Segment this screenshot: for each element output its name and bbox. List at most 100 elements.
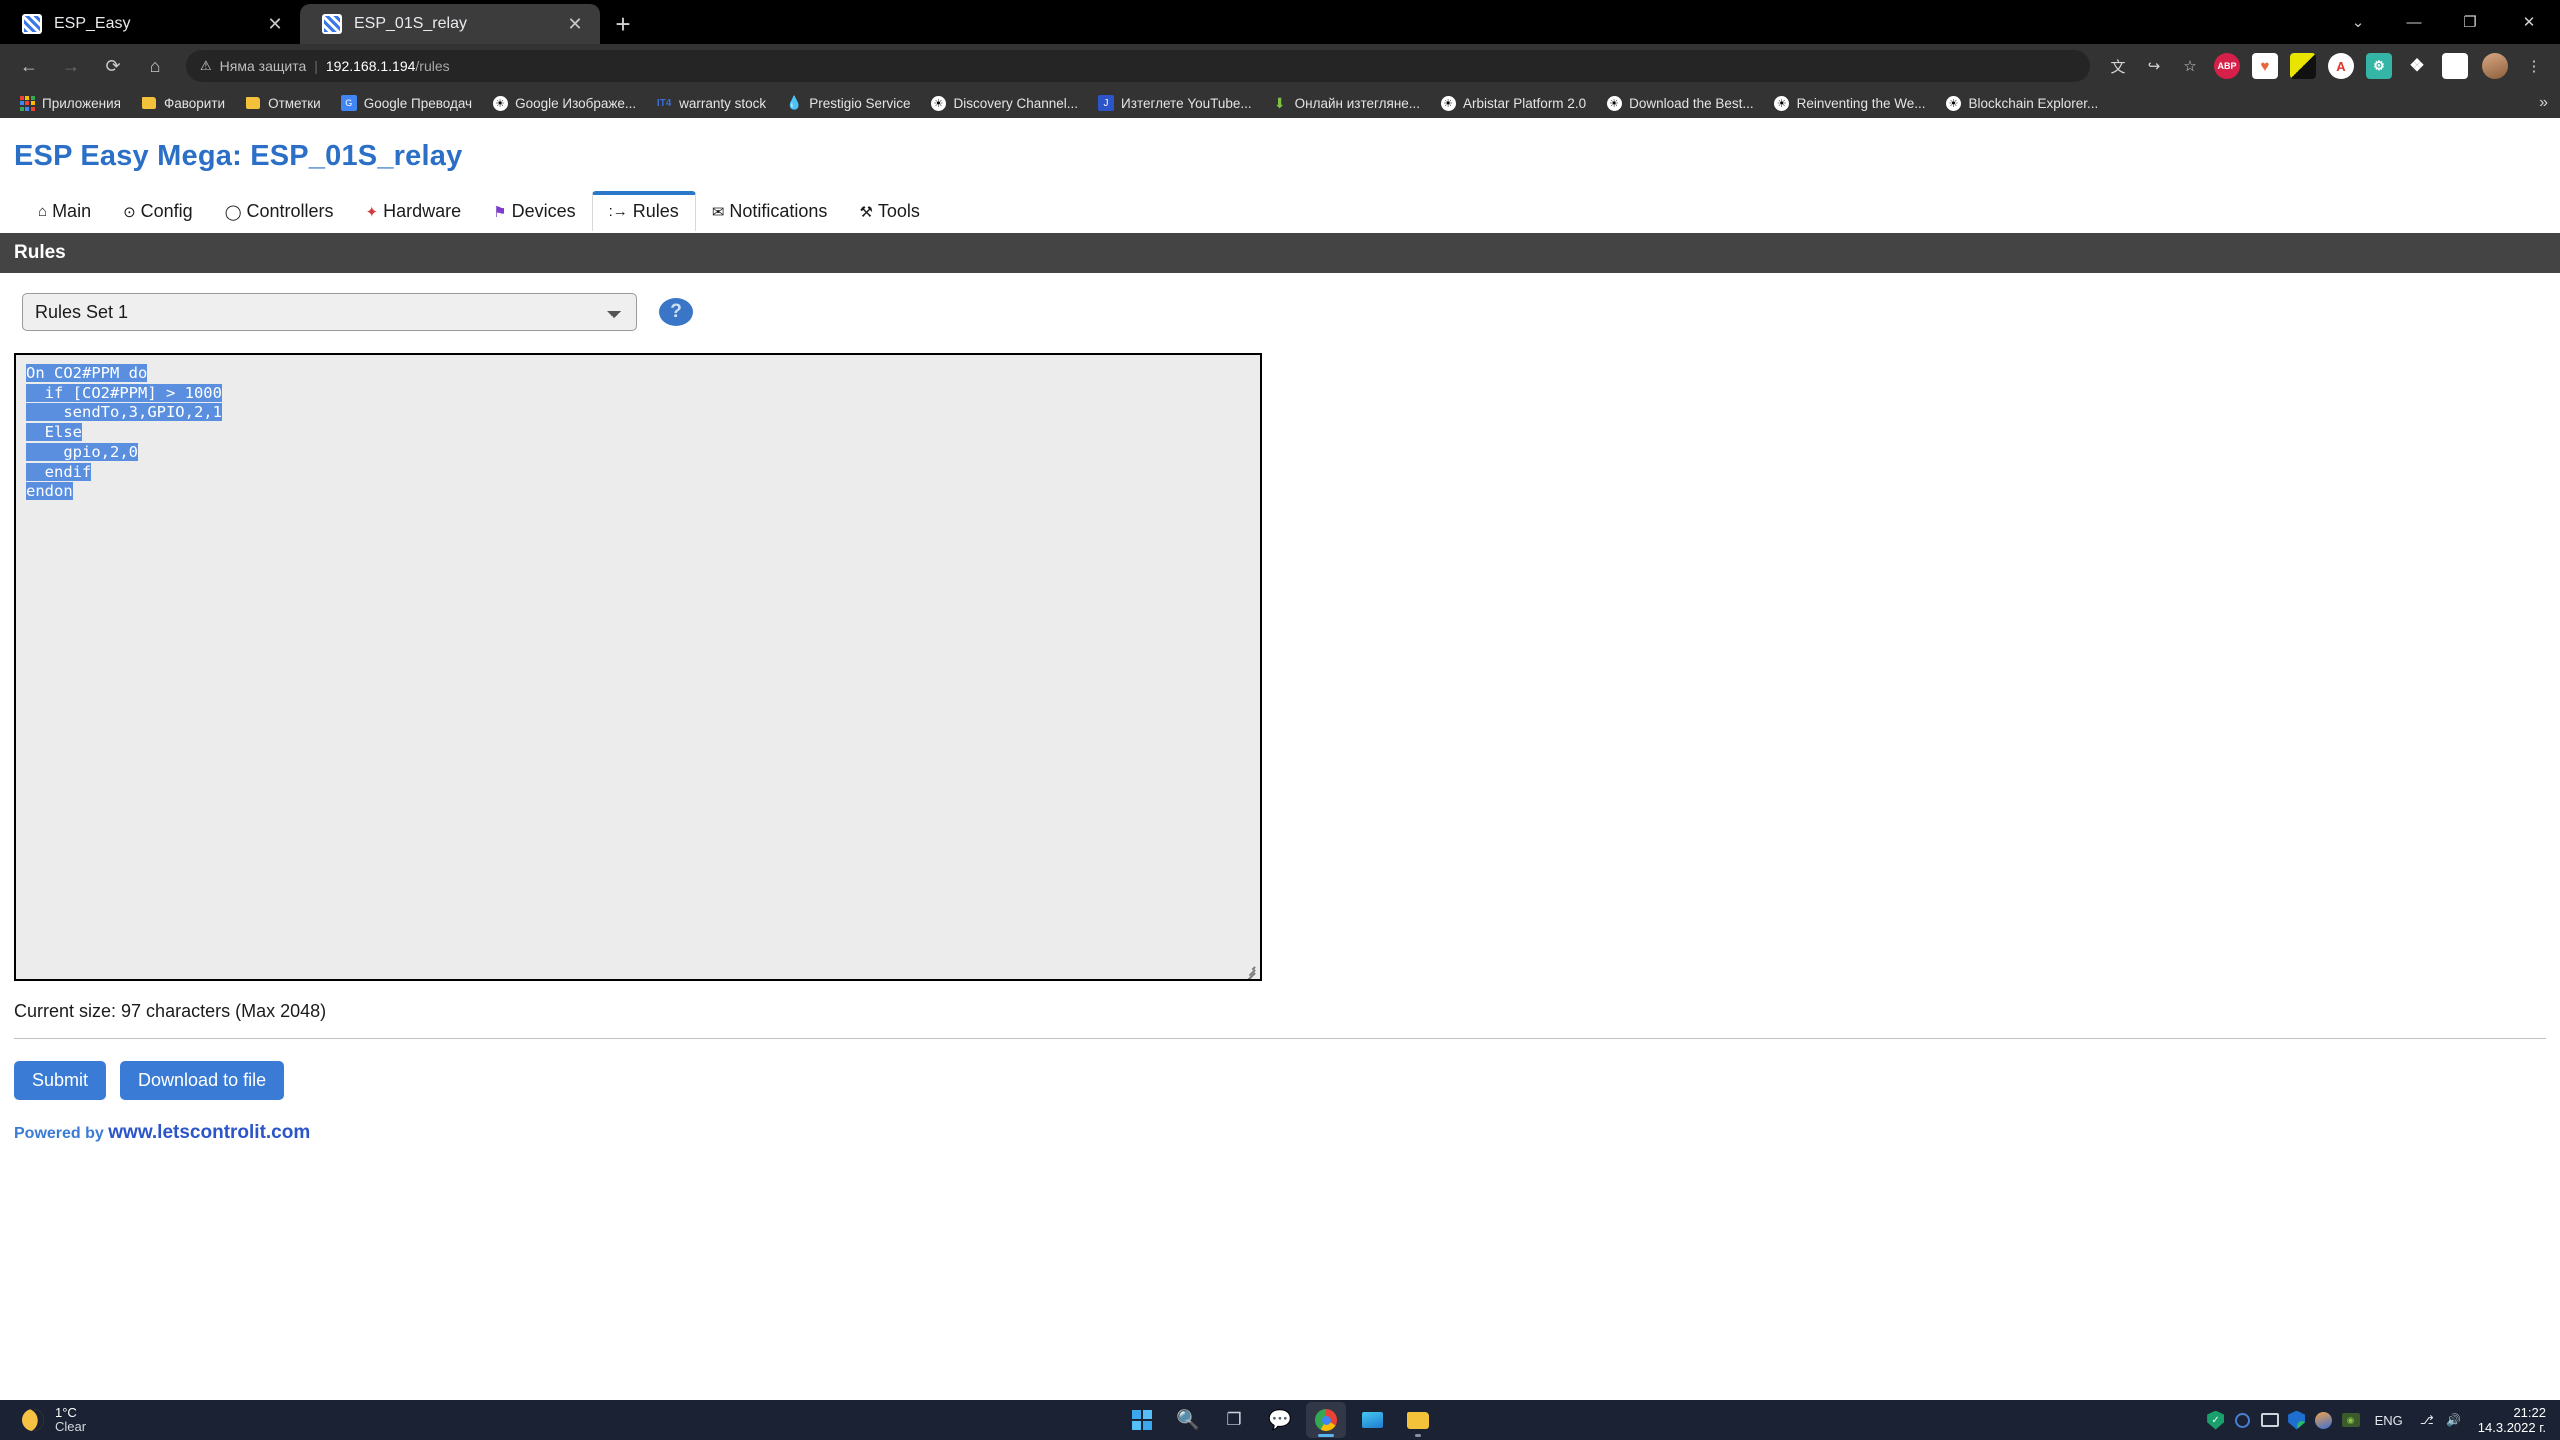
- tab-devices[interactable]: ⚑ Devices: [477, 193, 591, 231]
- chrome-taskbar-button[interactable]: [1306, 1402, 1346, 1438]
- task-view-button[interactable]: ❐: [1214, 1402, 1254, 1438]
- help-button[interactable]: ?: [659, 298, 693, 326]
- square-extension-icon[interactable]: ■: [2442, 53, 2468, 79]
- bookmark-google-images[interactable]: ☀ Google Изображе...: [483, 92, 645, 114]
- bookmarks-overflow-icon[interactable]: »: [2539, 94, 2548, 112]
- download-to-file-button[interactable]: Download to file: [120, 1061, 285, 1100]
- folder-icon: [1407, 1411, 1429, 1429]
- tab-label: Notifications: [729, 201, 828, 221]
- network-icon[interactable]: ⎇: [2416, 1409, 2438, 1431]
- bookmark-blockchain-explorer[interactable]: ☀ Blockchain Explorer...: [1936, 92, 2107, 114]
- rules-set-select[interactable]: Rules Set 1 Rules Set 2 Rules Set 3 Rule…: [22, 293, 637, 331]
- browser-tab-esp-easy[interactable]: ESP_Easy ✕: [0, 4, 300, 44]
- tab-config[interactable]: ⊙ Config: [107, 193, 209, 231]
- close-icon[interactable]: ✕: [564, 14, 586, 35]
- powered-by-footer: Powered by www.letscontrolit.com: [0, 1100, 2560, 1144]
- folder-icon: [245, 95, 261, 111]
- bookmark-reinventing-web[interactable]: ☀ Reinventing the We...: [1765, 92, 1935, 114]
- heart-extension-icon[interactable]: ♥: [2252, 53, 2278, 79]
- gradient-app-icon[interactable]: [2313, 1409, 2335, 1431]
- browser-tab-esp-01s-relay[interactable]: ESP_01S_relay ✕: [300, 4, 600, 44]
- forward-icon[interactable]: →: [52, 47, 90, 85]
- bookmark-warranty-stock[interactable]: IT4 warranty stock: [647, 92, 775, 114]
- bookmark-label: Blockchain Explorer...: [1968, 95, 2099, 111]
- display-taskbar-button[interactable]: [1352, 1402, 1392, 1438]
- page-content: ESP Easy Mega: ESP_01S_relay ⌂ Main ⊙ Co…: [0, 118, 2560, 1400]
- globe-icon: ☀: [1774, 95, 1790, 111]
- weather-widget[interactable]: 1°C Clear: [0, 1406, 86, 1435]
- submit-button[interactable]: Submit: [14, 1061, 107, 1100]
- bookmark-label: Arbistar Platform 2.0: [1463, 95, 1587, 111]
- a-circle-extension-icon[interactable]: A: [2328, 53, 2354, 79]
- search-button[interactable]: 🔍: [1168, 1402, 1208, 1438]
- envelope-icon: ✉: [711, 203, 725, 221]
- rules-line: sendTo,3,GPIO,2,1: [26, 403, 222, 422]
- tab-rules[interactable]: :→ Rules: [591, 191, 696, 231]
- language-indicator[interactable]: ENG: [2367, 1413, 2411, 1428]
- bookmark-star-icon[interactable]: ☆: [2174, 50, 2206, 82]
- globe-icon: ☀: [1440, 95, 1456, 111]
- file-explorer-button[interactable]: [1398, 1402, 1438, 1438]
- bookmark-download-best[interactable]: ☀ Download the Best...: [1597, 92, 1763, 114]
- bookmark-online-download[interactable]: ⬇ Онлайн изтегляне...: [1263, 92, 1429, 114]
- rules-line: gpio,2,0: [26, 442, 138, 461]
- weather-text: 1°C Clear: [55, 1406, 86, 1434]
- section-header: Rules: [0, 233, 2560, 273]
- share-icon[interactable]: ↪: [2138, 50, 2170, 82]
- bookmark-discovery-channel[interactable]: ☀ Discovery Channel...: [921, 92, 1087, 114]
- tab-hardware[interactable]: ✦ Hardware: [350, 193, 478, 231]
- chat-button[interactable]: 💬: [1260, 1402, 1300, 1438]
- bookmark-marks[interactable]: Отметки: [236, 92, 330, 114]
- lightbulb-extension-icon[interactable]: ⚙: [2366, 53, 2392, 79]
- omnibox-separator: |: [314, 58, 318, 74]
- bookmark-apps[interactable]: Приложения: [10, 92, 130, 114]
- bookmark-label: Discovery Channel...: [953, 95, 1079, 111]
- bookmark-prestigio-service[interactable]: 💧 Prestigio Service: [777, 92, 919, 114]
- rules-textarea[interactable]: On CO2#PPM do if [CO2#PPM] > 1000 sendTo…: [14, 353, 1262, 981]
- address-bar[interactable]: ⚠ Няма защита | 192.168.1.194/rules: [186, 50, 2090, 82]
- bookmark-arbistar[interactable]: ☀ Arbistar Platform 2.0: [1431, 92, 1595, 114]
- url-path: /rules: [415, 58, 450, 74]
- windows-defender-icon[interactable]: [2286, 1409, 2308, 1431]
- tab-controllers[interactable]: ◯ Controllers: [209, 193, 350, 231]
- letscontrolit-link[interactable]: www.letscontrolit.com: [108, 1122, 310, 1143]
- tab-tools[interactable]: ⚒ Tools: [843, 193, 935, 231]
- adblock-plus-extension-icon[interactable]: ABP: [2214, 53, 2240, 79]
- water-drop-icon: 💧: [786, 95, 803, 110]
- bookmark-favorites[interactable]: Фаворити: [132, 92, 234, 114]
- maximize-restore-button[interactable]: ❐: [2442, 0, 2498, 44]
- textarea-resize-handle[interactable]: [1241, 961, 1257, 979]
- home-icon[interactable]: ⌂: [136, 47, 174, 85]
- reload-icon[interactable]: ⟳: [94, 47, 132, 85]
- browser-menu-icon[interactable]: ⋮: [2518, 50, 2550, 82]
- new-tab-button[interactable]: +: [600, 4, 646, 44]
- start-button[interactable]: [1122, 1402, 1162, 1438]
- back-icon[interactable]: ←: [10, 47, 48, 85]
- security-shield-icon[interactable]: ✓: [2205, 1409, 2227, 1431]
- bookmark-google-translate[interactable]: G Google Преводач: [332, 92, 481, 114]
- volume-icon[interactable]: 🔊: [2443, 1409, 2465, 1431]
- minimize-button[interactable]: —: [2386, 0, 2442, 44]
- monitor-icon: [1361, 1412, 1383, 1428]
- nvidia-icon[interactable]: ◉: [2340, 1409, 2362, 1431]
- color-extension-icon[interactable]: [2290, 53, 2316, 79]
- bookmark-youtube-download[interactable]: J Изтеглете YouTube...: [1089, 92, 1261, 114]
- puzzle-extensions-icon[interactable]: ❖: [2404, 53, 2430, 79]
- globe-icon: ☀: [1945, 95, 1961, 111]
- tab-main[interactable]: ⌂ Main: [22, 193, 107, 231]
- clock[interactable]: 21:22 14.3.2022 г.: [2470, 1405, 2546, 1435]
- close-window-button[interactable]: ✕: [2498, 0, 2560, 44]
- close-icon[interactable]: ✕: [264, 14, 286, 35]
- circle-tray-icon[interactable]: [2232, 1409, 2254, 1431]
- rules-code: On CO2#PPM do if [CO2#PPM] > 1000 sendTo…: [16, 355, 1260, 502]
- translate-icon[interactable]: 文: [2102, 50, 2134, 82]
- bookmark-label: Отметки: [268, 95, 321, 111]
- tab-notifications[interactable]: ✉ Notifications: [696, 193, 844, 231]
- search-icon: 🔍: [1176, 1410, 1200, 1431]
- avatar[interactable]: [2482, 53, 2508, 79]
- tab-label: Devices: [511, 201, 576, 221]
- remote-desktop-icon[interactable]: [2259, 1409, 2281, 1431]
- tab-search-icon[interactable]: ⌄: [2330, 0, 2386, 44]
- rules-line: if [CO2#PPM] > 1000: [26, 383, 222, 402]
- rules-line: Else: [26, 423, 82, 442]
